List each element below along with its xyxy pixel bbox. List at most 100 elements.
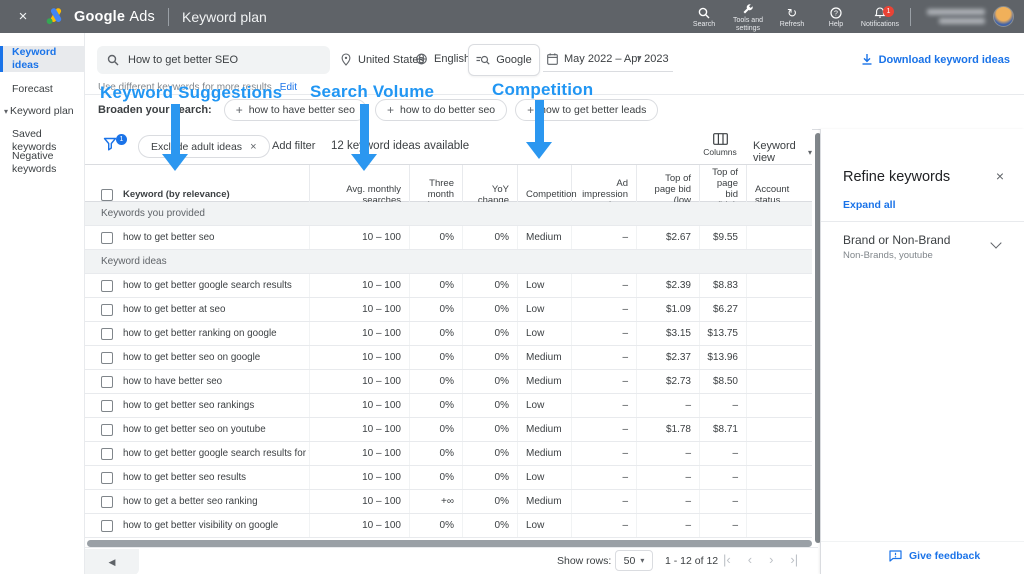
table-row[interactable]: how to get better at seo10 – 1000%0%Low–…: [85, 298, 812, 322]
row-checkbox[interactable]: [101, 232, 113, 244]
cell-avg-monthly-searches: 10 – 100: [310, 346, 410, 369]
keyword-view-selector[interactable]: Keyword view▾: [753, 140, 812, 164]
divider: [821, 221, 1024, 222]
row-checkbox[interactable]: [101, 328, 113, 340]
cell-top-bid-high: $13.75: [700, 322, 747, 345]
cell-three-month-change: 0%: [410, 466, 463, 489]
cell-account-status: [747, 418, 812, 441]
sidebar-item-keyword-plan[interactable]: ▾Keyword plan: [0, 105, 85, 118]
next-page-button[interactable]: ›: [769, 552, 773, 567]
date-caret-icon[interactable]: ▾: [637, 53, 642, 64]
filter-funnel-button[interactable]: 1: [103, 137, 125, 157]
table-row[interactable]: how to get better seo on google10 – 1000…: [85, 346, 812, 370]
divider: [821, 541, 1024, 542]
cell-ad-impression-share: –: [572, 394, 637, 417]
calendar-icon: [547, 53, 558, 65]
sidebar-item-forecast[interactable]: Forecast: [0, 83, 85, 96]
cell-competition: Medium: [518, 490, 572, 513]
table-row[interactable]: how to get better seo rankings10 – 1000%…: [85, 394, 812, 418]
download-keyword-ideas-button[interactable]: Download keyword ideas: [861, 53, 1010, 66]
table-row[interactable]: how to get better google search results1…: [85, 274, 812, 298]
cell-top-bid-high: $13.96: [700, 346, 747, 369]
sidebar-item-keyword-ideas[interactable]: Keyword ideas: [0, 46, 85, 72]
caret-down-icon: ▾: [808, 148, 812, 157]
table-row[interactable]: how to get better ranking on google10 – …: [85, 322, 812, 346]
search-icon: [107, 54, 119, 66]
previous-page-button[interactable]: ‹: [748, 552, 752, 567]
expand-all-link[interactable]: Expand all: [843, 199, 896, 211]
date-range-selector[interactable]: May 2022 – Apr 2023: [543, 46, 673, 72]
location-selector[interactable]: United States: [340, 53, 424, 66]
first-page-button[interactable]: |‹: [723, 552, 731, 567]
row-checkbox[interactable]: [101, 304, 113, 316]
collapse-sidebar-button[interactable]: ◀: [85, 549, 139, 574]
cell-account-status: [747, 466, 812, 489]
cell-account-status: [747, 370, 812, 393]
table-row[interactable]: how to get better seo results10 – 1000%0…: [85, 466, 812, 490]
columns-button[interactable]: Columns: [697, 133, 743, 157]
table-row[interactable]: how to get better google search results …: [85, 442, 812, 466]
cell-yoy-change: 0%: [463, 490, 518, 513]
cell-competition: Low: [518, 394, 572, 417]
close-panel-icon[interactable]: ×: [996, 168, 1004, 184]
cell-keyword: how to get better google search results: [85, 274, 310, 297]
account-menu[interactable]: [927, 6, 1014, 27]
cell-top-bid-high: –: [700, 442, 747, 465]
plus-icon: +: [236, 103, 243, 117]
row-checkbox[interactable]: [101, 352, 113, 364]
row-checkbox[interactable]: [101, 376, 113, 388]
cell-competition: Low: [518, 322, 572, 345]
refine-group-title[interactable]: Brand or Non-Brand: [843, 233, 950, 247]
last-page-button[interactable]: ›|: [790, 552, 798, 567]
row-checkbox[interactable]: [101, 280, 113, 292]
google-ads-keyword-plan-window: × Google Ads Keyword plan Search: [0, 0, 1024, 574]
suggestion-chip[interactable]: +how to do better seo: [375, 99, 507, 121]
exclude-adult-ideas-chip[interactable]: Exclude adult ideas ×: [138, 135, 270, 158]
cell-three-month-change: 0%: [410, 418, 463, 441]
give-feedback-button[interactable]: Give feedback: [889, 550, 980, 562]
cell-keyword: how to get better seo rankings: [85, 394, 310, 417]
row-checkbox[interactable]: [101, 424, 113, 436]
add-filter-button[interactable]: Add filter: [272, 140, 315, 152]
table-row[interactable]: how to have better seo10 – 1000%0%Medium…: [85, 370, 812, 394]
row-checkbox[interactable]: [101, 448, 113, 460]
table-row[interactable]: how to get better seo10 – 1000%0%Medium–…: [85, 226, 812, 250]
tools-settings-button[interactable]: Tools and settings: [726, 1, 770, 33]
table-section-header: Keywords you provided: [85, 202, 812, 226]
cell-three-month-change: 0%: [410, 298, 463, 321]
chevron-down-icon[interactable]: [990, 237, 1001, 248]
help-button[interactable]: ? Help: [814, 5, 858, 29]
row-checkbox[interactable]: [101, 496, 113, 508]
row-checkbox[interactable]: [101, 472, 113, 484]
cell-three-month-change: 0%: [410, 346, 463, 369]
row-checkbox[interactable]: [101, 400, 113, 412]
language-selector[interactable]: English: [415, 53, 470, 65]
table-row[interactable]: how to get better seo on youtube10 – 100…: [85, 418, 812, 442]
avatar[interactable]: [993, 6, 1014, 27]
row-checkbox[interactable]: [101, 520, 113, 532]
edit-link[interactable]: Edit: [280, 82, 297, 93]
select-all-checkbox[interactable]: [101, 189, 113, 201]
table-row[interactable]: how to get better visibility on google10…: [85, 514, 812, 538]
cell-yoy-change: 0%: [463, 418, 518, 441]
cell-top-bid-high: –: [700, 466, 747, 489]
cell-keyword: how to have better seo: [85, 370, 310, 393]
remove-filter-icon[interactable]: ×: [250, 141, 256, 153]
close-icon[interactable]: ×: [0, 8, 46, 25]
rows-per-page-select[interactable]: 50▾: [615, 550, 653, 571]
search-nav-button[interactable]: Search: [682, 5, 726, 29]
network-selector[interactable]: Google: [468, 44, 540, 76]
caret-down-icon: ▾: [640, 556, 644, 565]
table-row[interactable]: how to get a better seo ranking10 – 100+…: [85, 490, 812, 514]
notifications-button[interactable]: Notifications 1: [858, 5, 902, 29]
cell-yoy-change: 0%: [463, 514, 518, 537]
triangle-down-icon: ▾: [4, 107, 8, 116]
cell-yoy-change: 0%: [463, 442, 518, 465]
cell-three-month-change: +∞: [410, 490, 463, 513]
keyword-search-input[interactable]: How to get better SEO: [97, 46, 330, 74]
horizontal-scrollbar[interactable]: [87, 540, 812, 547]
top-bar: × Google Ads Keyword plan Search: [0, 0, 1024, 33]
refresh-button[interactable]: ↻ Refresh: [770, 5, 814, 29]
sidebar-item-negative-keywords[interactable]: Negative keywords: [0, 150, 62, 176]
cell-avg-monthly-searches: 10 – 100: [310, 418, 410, 441]
